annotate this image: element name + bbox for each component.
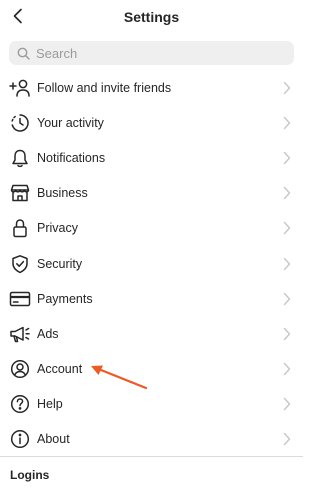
- chevron-right-icon: [283, 116, 291, 129]
- chevron-right-icon: [283, 81, 291, 94]
- chevron-right-icon: [283, 433, 291, 446]
- add-person-icon: [9, 77, 31, 99]
- menu-item-security[interactable]: Security: [0, 246, 303, 281]
- menu-item-ads[interactable]: Ads: [0, 316, 303, 351]
- menu-item-label: Help: [37, 397, 63, 412]
- chevron-right-icon: [283, 186, 291, 200]
- menu-item-about[interactable]: About: [0, 422, 303, 457]
- menu-item-your-activity[interactable]: Your activity: [0, 105, 303, 140]
- menu-item-payments[interactable]: Payments: [0, 281, 303, 316]
- menu-item-label: About: [37, 432, 70, 447]
- menu-item-label: Your activity: [37, 115, 104, 130]
- storefront-icon: [9, 182, 31, 204]
- chevron-right-icon: [283, 362, 291, 376]
- activity-clock-icon: [9, 112, 31, 134]
- menu-item-help[interactable]: Help: [0, 387, 303, 422]
- chevron-right-icon: [283, 257, 291, 270]
- section-divider: [0, 456, 303, 457]
- menu-item-business[interactable]: Business: [0, 176, 303, 211]
- search-bar[interactable]: [9, 41, 294, 65]
- chevron-right-icon: [283, 398, 291, 411]
- menu-item-follow-invite[interactable]: Follow and invite friends: [0, 70, 303, 105]
- bell-icon: [9, 147, 31, 169]
- menu-item-label: Notifications: [37, 150, 106, 165]
- page-title: Settings: [123, 9, 180, 25]
- search-input[interactable]: [36, 45, 276, 61]
- search-icon: [17, 47, 30, 60]
- shield-check-icon: [9, 253, 31, 275]
- megaphone-icon: [9, 323, 31, 345]
- help-circle-icon: [9, 393, 31, 415]
- menu-item-label: Payments: [37, 291, 93, 306]
- top-bar: Settings: [0, 0, 303, 34]
- menu-item-label: Account: [37, 362, 83, 377]
- info-circle-icon: [9, 428, 31, 450]
- menu-item-account[interactable]: Account: [0, 352, 303, 387]
- menu-item-label: Security: [37, 256, 83, 271]
- menu-item-label: Follow and invite friends: [37, 80, 172, 95]
- menu-item-label: Ads: [37, 326, 59, 341]
- chevron-right-icon: [283, 222, 291, 235]
- chevron-right-icon: [283, 327, 291, 341]
- menu-item-privacy[interactable]: Privacy: [0, 211, 303, 246]
- menu-item-label: Business: [37, 186, 88, 201]
- lock-icon: [9, 217, 31, 239]
- annotation-arrow-icon: [91, 365, 148, 390]
- user-circle-icon: [9, 358, 31, 380]
- chevron-right-icon: [283, 151, 291, 165]
- chevron-right-icon: [283, 292, 291, 305]
- menu-item-label: Privacy: [37, 221, 78, 236]
- menu-item-notifications[interactable]: Notifications: [0, 140, 303, 175]
- section-heading-logins: Logins: [10, 468, 50, 482]
- settings-menu: Follow and invite friends Your activity …: [0, 70, 303, 457]
- credit-card-icon: [9, 288, 31, 310]
